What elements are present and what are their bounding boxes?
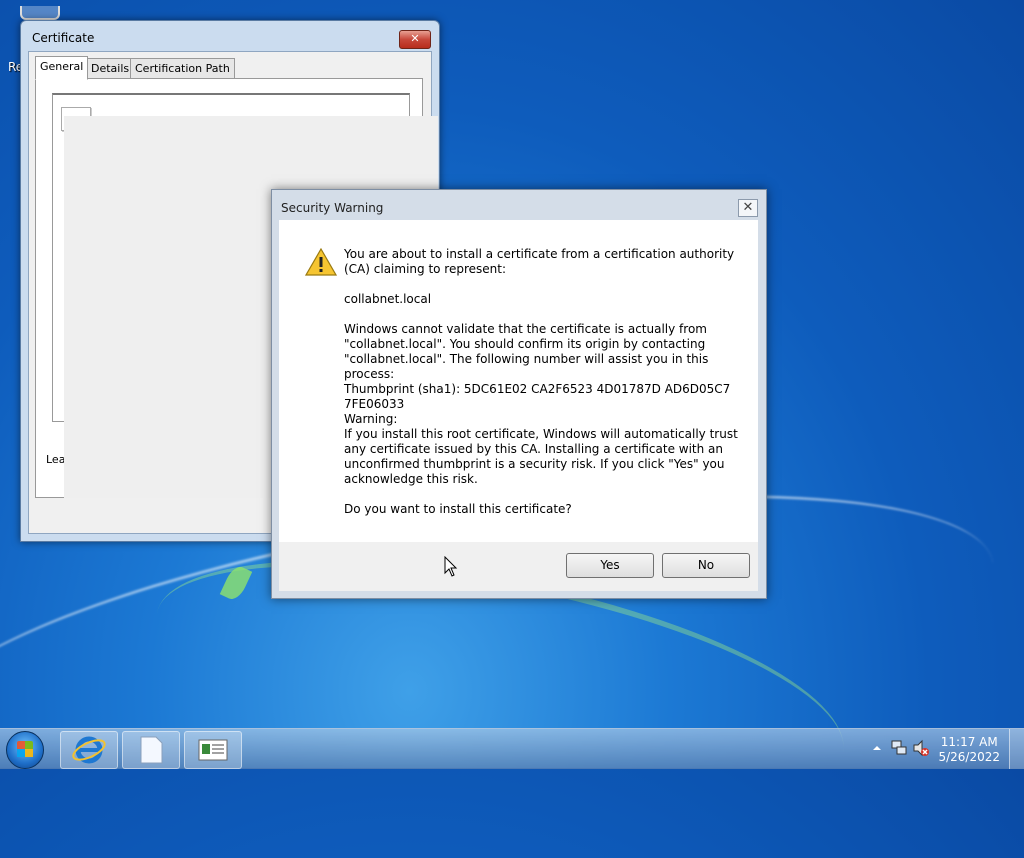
show-hidden-icons-arrow[interactable] — [872, 743, 882, 753]
intro-text: You are about to install a certificate f… — [344, 247, 735, 276]
taskbar-internet-explorer[interactable] — [60, 731, 118, 769]
no-button[interactable]: No — [662, 553, 750, 578]
warning-body: If you install this root certificate, Wi… — [344, 427, 738, 486]
thumbprint-text: Thumbprint (sha1): 5DC61E02 CA2F6523 4D0… — [344, 382, 731, 411]
tab-general[interactable]: General — [35, 56, 89, 80]
taskbar-certificate-manager[interactable] — [184, 731, 242, 769]
warning-triangle-icon — [305, 248, 337, 276]
security-warning-content: You are about to install a certificate f… — [279, 220, 758, 542]
document-icon — [140, 736, 163, 764]
tab-details[interactable]: Details — [86, 58, 135, 79]
taskbar: 11:17 AM 5/26/2022 — [0, 728, 1024, 769]
system-tray: 11:17 AM 5/26/2022 — [864, 729, 1024, 769]
security-warning-close-button[interactable]: ✕ — [738, 199, 758, 217]
learn-more-link[interactable]: Lea — [46, 453, 65, 466]
taskbar-document[interactable] — [122, 731, 180, 769]
certificate-window-title: Certificate — [32, 31, 95, 45]
windows-logo-icon — [17, 741, 33, 757]
clock[interactable]: 11:17 AM 5/26/2022 — [938, 735, 1000, 765]
network-icon[interactable] — [890, 739, 908, 757]
warning-heading: Warning: — [344, 412, 398, 426]
internet-explorer-icon — [72, 736, 106, 764]
security-warning-footer: Yes No — [279, 542, 758, 591]
security-warning-dialog: Security Warning ✕ You are about to inst… — [271, 189, 767, 599]
validate-text: Windows cannot validate that the certifi… — [344, 322, 709, 381]
domain-text: collabnet.local — [344, 292, 432, 306]
tab-certification-path[interactable]: Certification Path — [130, 58, 235, 79]
yes-button[interactable]: Yes — [566, 553, 654, 578]
question-text: Do you want to install this certificate? — [344, 502, 572, 516]
mouse-cursor-icon — [444, 556, 458, 577]
volume-muted-icon[interactable] — [912, 739, 930, 757]
recycle-bin-icon[interactable] — [20, 6, 60, 20]
certificate-close-button[interactable]: ✕ — [399, 30, 431, 49]
certificate-manager-icon — [198, 739, 228, 761]
start-button[interactable] — [6, 731, 44, 769]
clock-date: 5/26/2022 — [938, 750, 1000, 764]
security-warning-title: Security Warning — [281, 201, 384, 215]
clock-time: 11:17 AM — [940, 735, 998, 749]
show-desktop-button[interactable] — [1009, 729, 1024, 769]
